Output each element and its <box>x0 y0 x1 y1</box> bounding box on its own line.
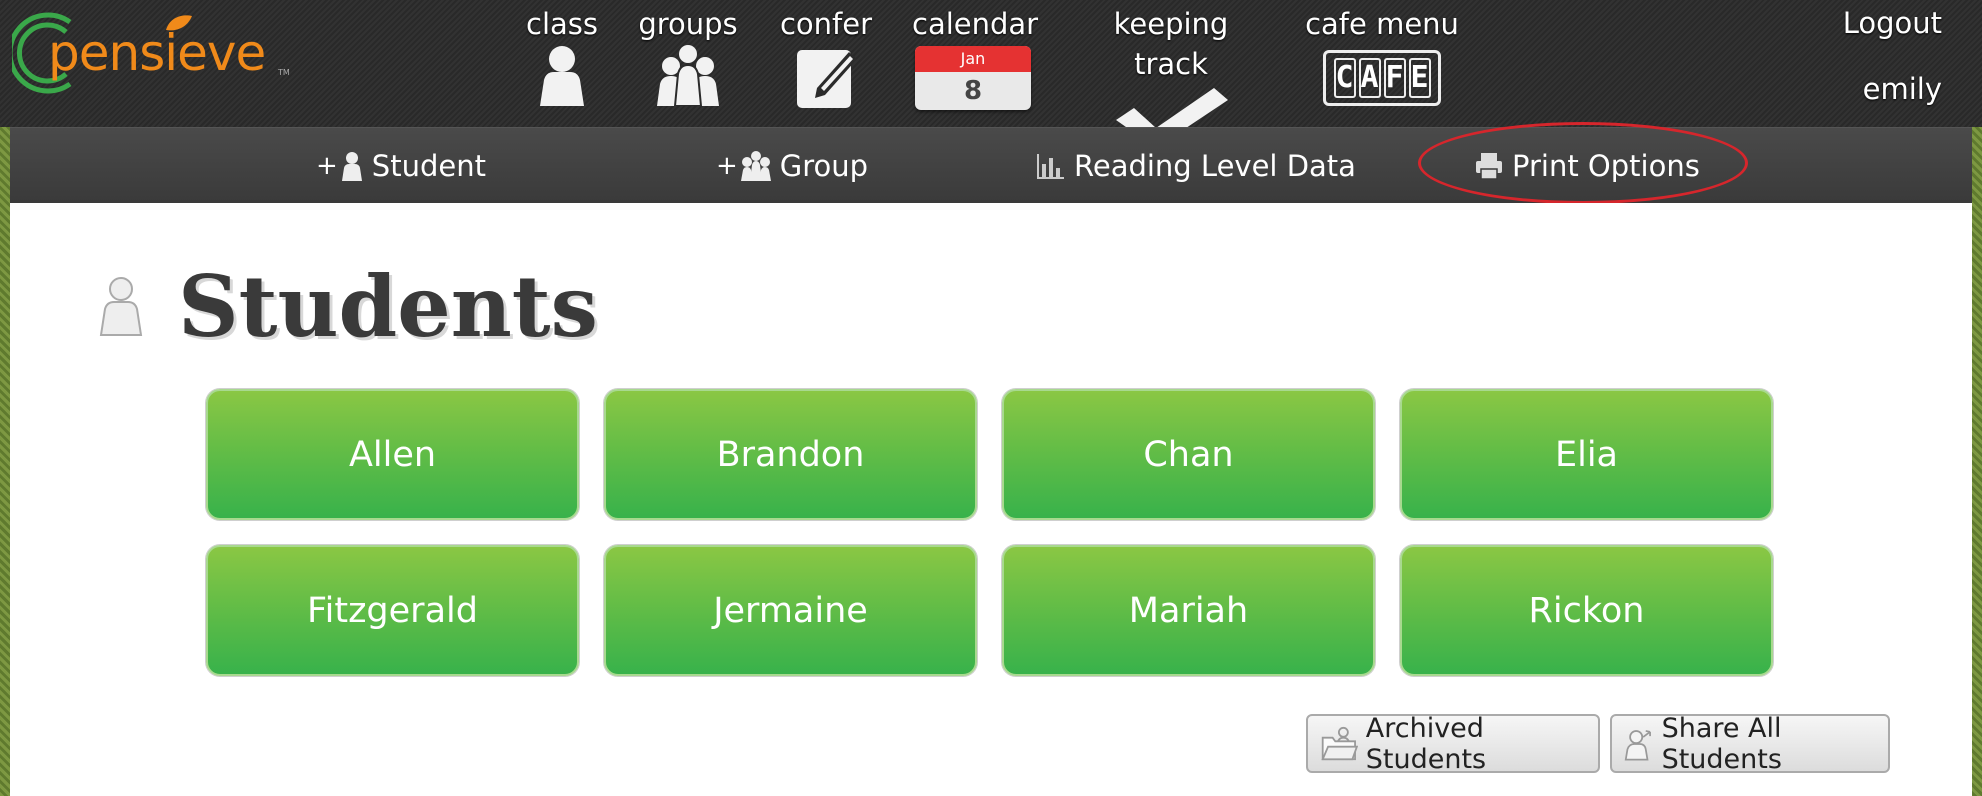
nav-class-label: class <box>526 7 598 41</box>
bar-chart-icon <box>1037 154 1064 179</box>
archived-students-button[interactable]: Archived Students <box>1306 712 1600 775</box>
share-all-students-button[interactable]: Share All Students <box>1610 712 1890 775</box>
cafe-letter: C <box>1333 58 1356 98</box>
cafe-letter: E <box>1408 58 1431 98</box>
students-panel: Students Allen Brandon Chan Elia Fitzger… <box>10 203 1972 796</box>
reading-level-data-label: Reading Level Data <box>1074 149 1356 183</box>
add-student-button[interactable]: + Student <box>316 128 486 204</box>
folder-person-icon <box>1321 726 1358 760</box>
person-icon <box>99 277 143 336</box>
student-grid: Allen Brandon Chan Elia Fitzgerald Jerma… <box>206 389 1786 676</box>
notepad-pencil-icon <box>797 50 857 108</box>
add-group-button[interactable]: + Group <box>716 128 868 204</box>
nav-groups-label: groups <box>638 7 738 41</box>
archived-students-label: Archived Students <box>1365 712 1487 775</box>
nav-calendar[interactable]: calendar Jan 8 <box>912 4 1039 110</box>
student-button[interactable]: Rickon <box>1400 545 1773 676</box>
person-icon <box>540 46 584 106</box>
cafe-letter: A <box>1358 58 1381 98</box>
share-all-students-label: Share All Students <box>1661 712 1782 775</box>
student-button[interactable]: Brandon <box>604 389 977 520</box>
person-icon <box>341 152 362 181</box>
print-options-highlight-oval <box>1418 122 1748 204</box>
logo-wordmark: pensieve <box>48 24 266 82</box>
student-button[interactable]: Mariah <box>1002 545 1375 676</box>
logout-link[interactable]: Logout <box>1843 6 1942 40</box>
username: emily <box>1862 72 1942 106</box>
top-navigation-bar: pensieve TM class groups confer calendar… <box>0 0 1982 148</box>
nav-cafe-menu-label: cafe menu <box>1305 7 1459 41</box>
group-icon <box>740 151 771 181</box>
nav-confer[interactable]: confer <box>770 4 882 110</box>
add-group-label: Group <box>779 149 869 183</box>
page-title: Students <box>178 257 598 356</box>
calendar-month: Jan <box>915 46 1031 72</box>
reading-level-data-button[interactable]: Reading Level Data <box>1036 128 1356 204</box>
student-button[interactable]: Allen <box>206 389 579 520</box>
nav-cafe-menu[interactable]: cafe menu C A F E <box>1302 4 1462 106</box>
student-button[interactable]: Elia <box>1400 389 1773 520</box>
person-share-icon <box>1624 729 1651 761</box>
logo-trademark: TM <box>278 68 290 77</box>
cafe-icon: C A F E <box>1323 50 1441 106</box>
nav-class[interactable]: class <box>512 4 612 106</box>
nav-keeping-track-label: keeping track <box>1113 7 1229 81</box>
plus-sign: + <box>716 151 738 181</box>
student-button[interactable]: Fitzgerald <box>206 545 579 676</box>
calendar-icon: Jan 8 <box>915 46 1031 110</box>
group-icon <box>657 45 719 106</box>
calendar-day: 8 <box>963 76 983 106</box>
nav-groups[interactable]: groups <box>632 4 744 106</box>
student-button[interactable]: Chan <box>1002 389 1375 520</box>
add-student-label: Student <box>371 149 486 183</box>
student-button[interactable]: Jermaine <box>604 545 977 676</box>
plus-sign: + <box>316 151 338 181</box>
cafe-letter: F <box>1383 58 1406 98</box>
pensieve-logo[interactable]: pensieve TM <box>12 8 290 98</box>
nav-calendar-label: calendar <box>912 7 1039 41</box>
nav-confer-label: confer <box>779 7 873 41</box>
